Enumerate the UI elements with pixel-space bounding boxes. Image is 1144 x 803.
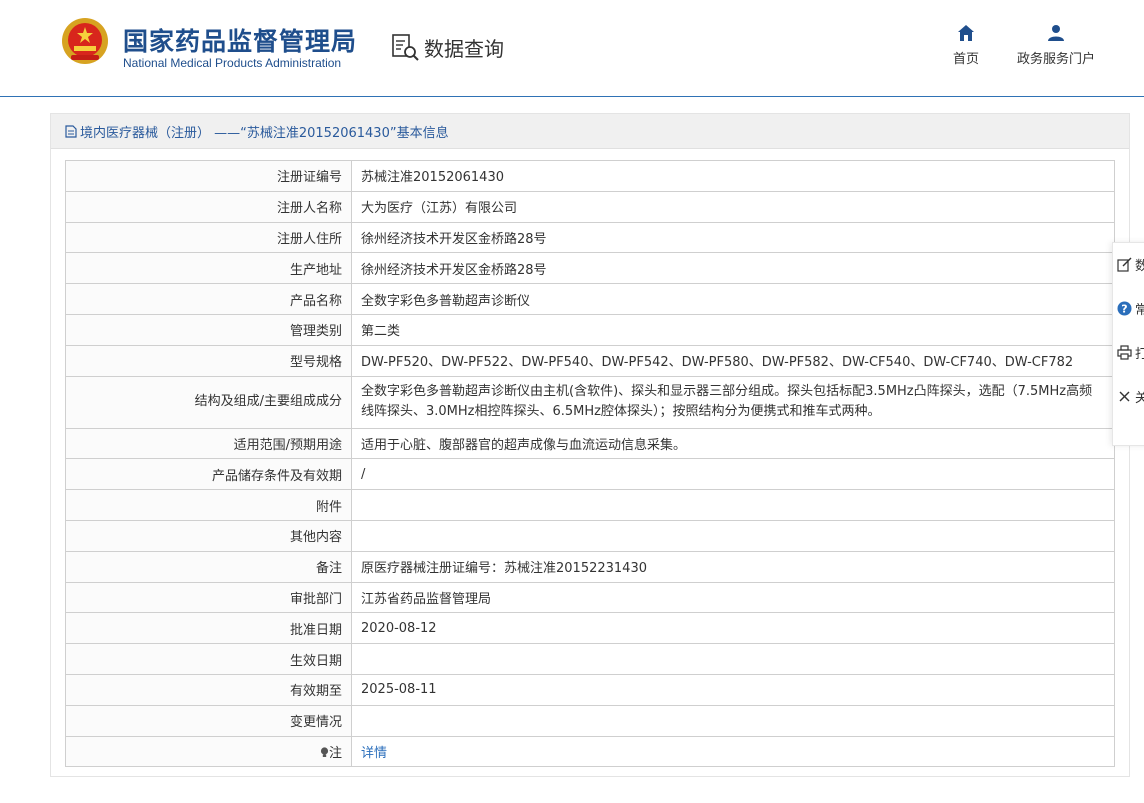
table-row: 注册人名称 大为医疗（江苏）有限公司 [65,190,1115,223]
close-icon [1119,391,1130,402]
table-row: 变更情况 [65,704,1115,737]
field-label: 注册证编号 [65,160,352,192]
float-item-data[interactable]: 数 [1117,255,1144,274]
table-row: 注册证编号 苏械注准20152061430 [65,160,1115,192]
site-header: 国家药品监督管理局 National Medical Products Admi… [0,0,1144,97]
floating-toolbar: 数 ? 常 打 关 [1112,242,1144,446]
field-value: 原医疗器械注册证编号：苏械注准20152231430 [351,550,1115,583]
home-icon [958,25,974,41]
field-value: DW-PF520、DW-PF522、DW-PF540、DW-PF542、DW-P… [351,344,1115,377]
table-row: 批准日期 2020-08-12 [65,612,1115,645]
table-row: 附件 [65,489,1115,521]
svg-text:?: ? [1121,303,1127,316]
national-emblem-icon [62,18,108,64]
table-row: 审批部门 江苏省药品监督管理局 [65,581,1115,614]
field-label: 附件 [65,489,352,521]
nav-home-label: 首页 [952,52,979,67]
data-query-link[interactable]: 数据查询 [390,32,504,62]
field-value: 适用于心脏、腹部器官的超声成像与血流运动信息采集。 [351,427,1115,460]
field-label: 适用范围/预期用途 [65,427,352,460]
document-search-icon [392,34,419,61]
float-item-faq-label: 常 [1135,303,1144,318]
field-value [351,643,1115,675]
data-query-label: 数据查询 [424,36,504,61]
table-row: 型号规格 DW-PF520、DW-PF522、DW-PF540、DW-PF542、… [65,344,1115,377]
field-label: 生效日期 [65,643,352,675]
field-label: 生产地址 [65,252,352,285]
float-item-close-label: 关 [1135,391,1144,406]
user-icon [1048,25,1064,41]
table-row: 产品储存条件及有效期 / [65,458,1115,491]
print-icon [1117,345,1132,360]
table-row: 注 详情 [65,735,1115,768]
table-row: 有效期至 2025-08-11 [65,673,1115,706]
field-value: 全数字彩色多普勒超声诊断仪 [351,283,1115,315]
field-label: 其他内容 [65,519,352,552]
note-label: 注 [328,745,342,761]
float-item-close[interactable]: 关 [1117,387,1144,406]
field-value [351,704,1115,737]
field-value: 2025-08-11 [351,673,1115,706]
float-item-faq[interactable]: ? 常 [1117,299,1144,318]
table-row: 适用范围/预期用途 适用于心脏、腹部器官的超声成像与血流运动信息采集。 [65,427,1115,460]
field-value: 大为医疗（江苏）有限公司 [351,190,1115,223]
field-label: 管理类别 [65,313,352,346]
field-value: 第二类 [351,313,1115,346]
field-label: 注册人住所 [65,221,352,254]
field-value [351,519,1115,552]
nav-service-portal[interactable]: 政务服务门户 [1012,24,1100,67]
table-row: 其他内容 [65,519,1115,552]
question-icon: ? [1117,301,1132,316]
nav-home[interactable]: 首页 [946,24,986,67]
field-label: 审批部门 [65,581,352,614]
field-label: 结构及组成/主要组成成分 [65,375,352,429]
field-value [351,489,1115,521]
table-row: 管理类别 第二类 [65,313,1115,346]
field-value: 徐州经济技术开发区金桥路28号 [351,221,1115,254]
float-item-data-label: 数 [1135,259,1144,274]
field-value: 江苏省药品监督管理局 [351,581,1115,614]
bulb-icon [320,747,329,757]
table-row: 备注 原医疗器械注册证编号：苏械注准20152231430 [65,550,1115,583]
table-row: 生产地址 徐州经济技术开发区金桥路28号 [65,252,1115,285]
float-item-print[interactable]: 打 [1117,343,1144,362]
field-label: 产品储存条件及有效期 [65,458,352,491]
table-row: 结构及组成/主要组成成分 全数字彩色多普勒超声诊断仪由主机(含软件)、探头和显示器… [65,375,1115,429]
field-label: 型号规格 [65,344,352,377]
field-label: 注 [65,735,352,768]
registration-info-table: 注册证编号 苏械注准20152061430 注册人名称 大为医疗（江苏）有限公司 注… [65,160,1115,768]
float-item-print-label: 打 [1135,347,1144,362]
table-row: 产品名称 全数字彩色多普勒超声诊断仪 [65,283,1115,315]
panel-title-text: 境内医疗器械（注册） ——“苏械注准20152061430”基本信息 [80,125,449,141]
brand-name-en: National Medical Products Administration [123,56,342,70]
field-value: 徐州经济技术开发区金桥路28号 [351,252,1115,285]
nav-service-portal-label: 政务服务门户 [1016,52,1095,67]
brand-name-cn: 国家药品监督管理局 [123,27,358,56]
document-icon [65,124,77,138]
field-label: 变更情况 [65,704,352,737]
field-label: 注册人名称 [65,190,352,223]
field-value: 苏械注准20152061430 [351,160,1115,192]
table-row: 生效日期 [65,643,1115,675]
details-link[interactable]: 详情 [361,746,387,761]
field-value: / [351,458,1115,491]
panel-title: 境内医疗器械（注册） ——“苏械注准20152061430”基本信息 [51,114,1129,149]
field-value: 详情 [351,735,1115,768]
field-label: 产品名称 [65,283,352,315]
table-row: 注册人住所 徐州经济技术开发区金桥路28号 [65,221,1115,254]
edit-icon [1117,257,1132,272]
field-label: 批准日期 [65,612,352,645]
field-label: 有效期至 [65,673,352,706]
detail-panel: 境内医疗器械（注册） ——“苏械注准20152061430”基本信息 注册证编号… [50,113,1130,777]
field-value: 全数字彩色多普勒超声诊断仪由主机(含软件)、探头和显示器三部分组成。探头包括标配… [351,375,1115,429]
field-value: 2020-08-12 [351,612,1115,645]
field-label: 备注 [65,550,352,583]
